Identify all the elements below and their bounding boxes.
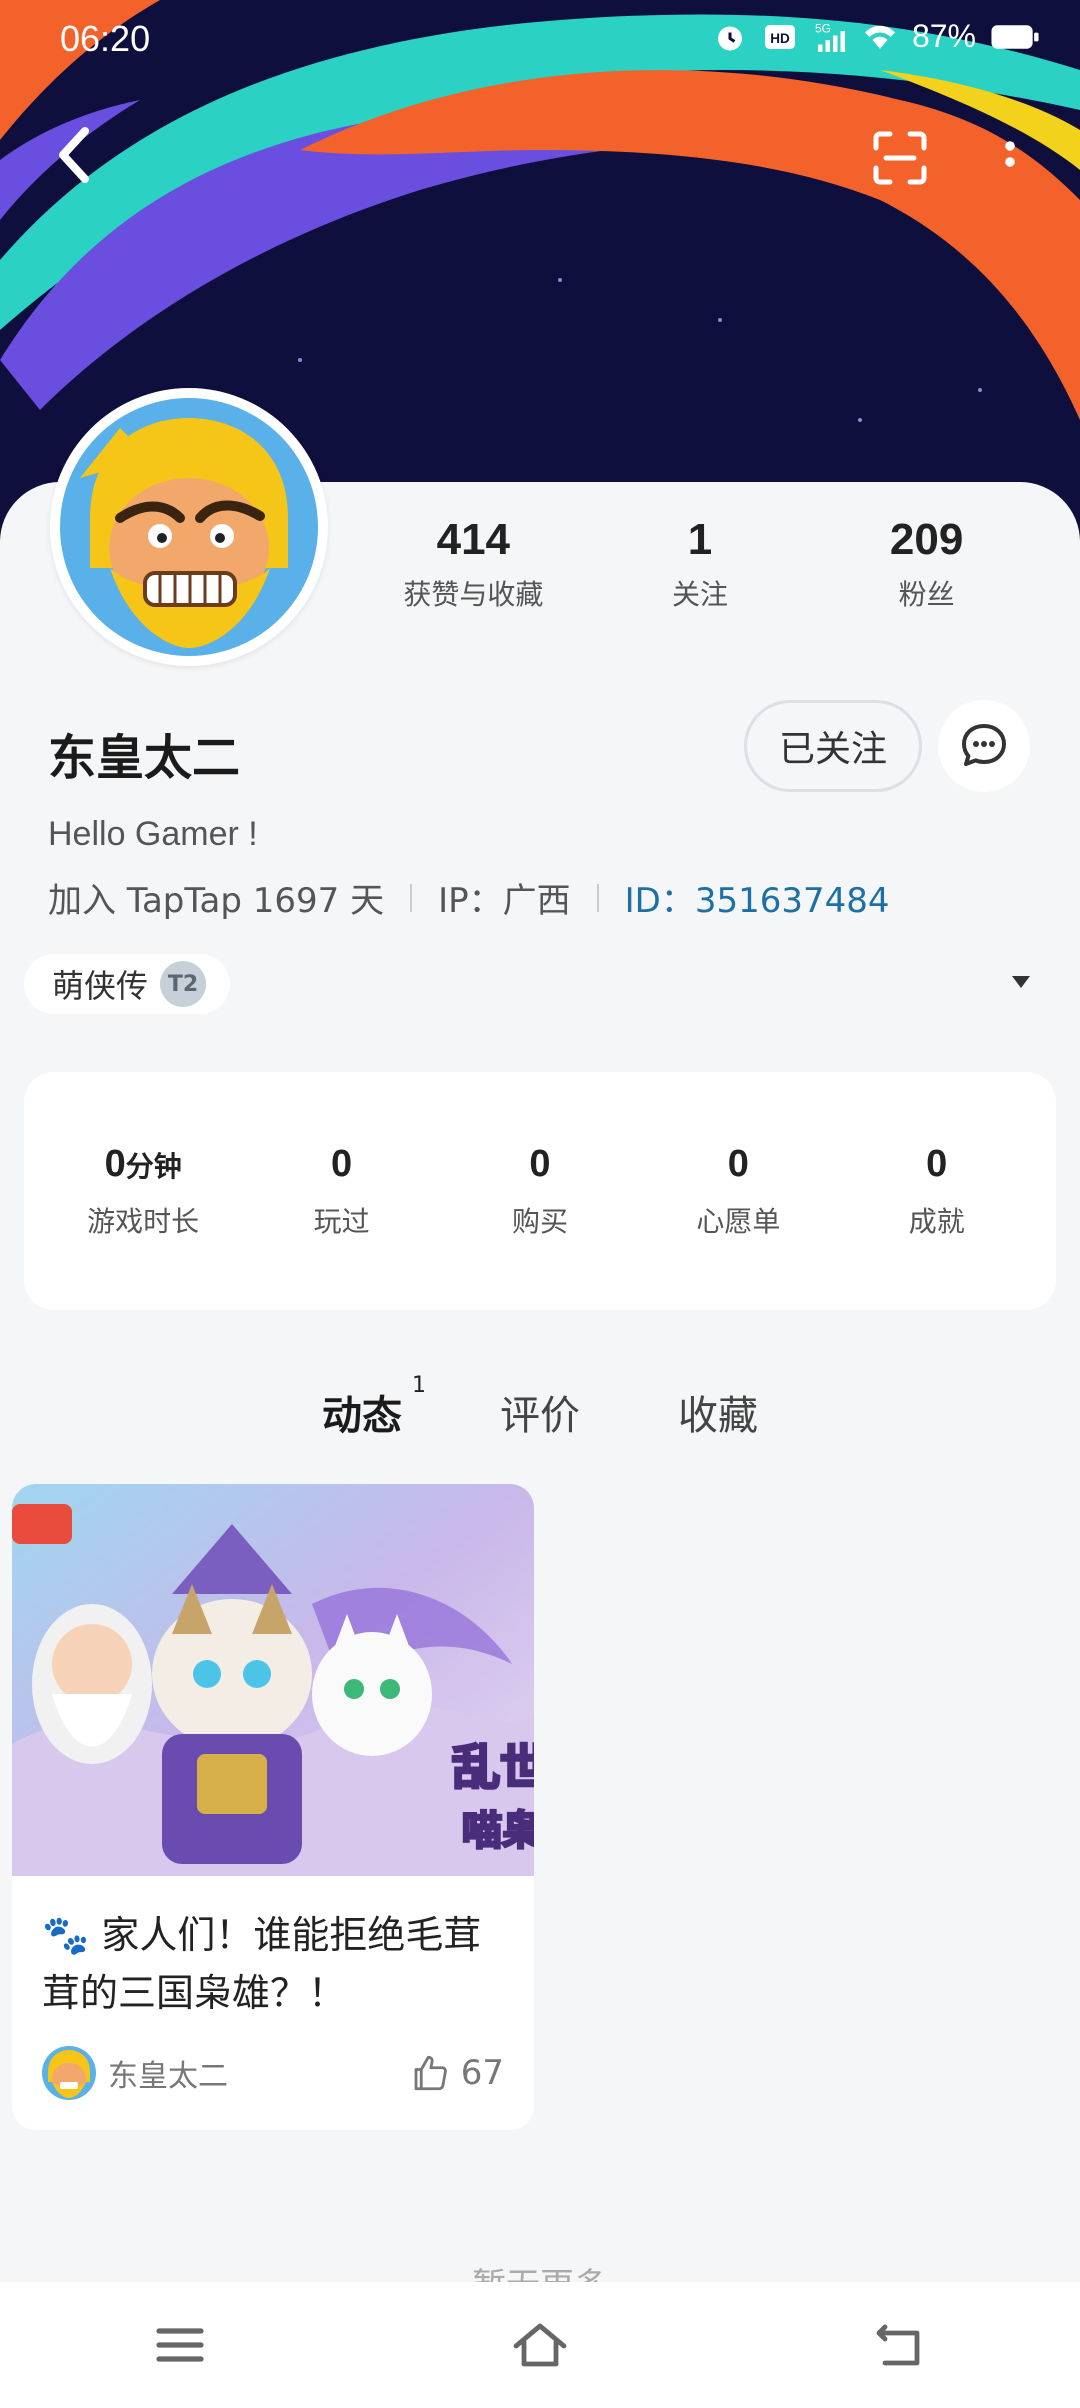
user-id-value: 351637484: [694, 881, 890, 921]
more-vertical-icon: [1005, 141, 1015, 167]
back-button[interactable]: [40, 120, 110, 190]
post-like-button[interactable]: 67: [409, 2052, 504, 2094]
thumbs-up-icon: [414, 2055, 447, 2091]
nav-home-button[interactable]: [500, 2305, 580, 2385]
game-chip-name: 萌侠传: [52, 967, 149, 1005]
game-stats-card: 0分钟 游戏时长 0 玩过 0 购买 0 心愿单 0 成就: [24, 1072, 1056, 1310]
scan-icon: [873, 131, 927, 185]
message-button[interactable]: [938, 700, 1030, 792]
gstat-wishlist-label: 心愿单: [696, 1204, 781, 1238]
system-nav-bar: [0, 2282, 1080, 2408]
profile-avatar[interactable]: [50, 388, 328, 666]
game-chip[interactable]: 萌侠传 T2: [24, 954, 231, 1014]
post-author-avatar[interactable]: [42, 2046, 96, 2100]
avatar-image: [60, 398, 318, 656]
stat-followers-label: 粉丝: [898, 578, 955, 611]
divider: [410, 883, 413, 912]
scan-button[interactable]: [862, 120, 938, 196]
more-options-button[interactable]: [980, 120, 1040, 196]
post-title: 🐾 家人们！谁能拒绝毛茸茸的三国枭雄？！: [42, 1913, 482, 2015]
tab-posts-label: 动态: [322, 1393, 402, 1439]
tab-reviews[interactable]: 评价: [494, 1383, 586, 1441]
user-id[interactable]: ID：351637484: [625, 873, 890, 922]
svg-text:HD: HD: [770, 31, 790, 46]
stat-following-label: 关注: [671, 578, 728, 611]
stat-likes-value: 414: [436, 515, 511, 564]
game-badge-icon: T2: [160, 961, 207, 1007]
post-image: 乱世 喵枭: [12, 1484, 534, 1876]
svg-text:5G: 5G: [815, 21, 831, 35]
gstat-achievement[interactable]: 0 成就: [842, 1143, 1032, 1240]
stat-following-value: 1: [687, 515, 713, 564]
menu-icon: [156, 2328, 204, 2362]
svg-text:乱世: 乱世: [452, 1740, 534, 1796]
nav-back-button[interactable]: [860, 2305, 940, 2385]
ip-location: IP：广西: [438, 881, 571, 921]
nav-menu-button[interactable]: [140, 2305, 220, 2385]
battery-percent: 87%: [911, 18, 976, 54]
divider: [596, 883, 599, 912]
chat-bubble-icon: [962, 724, 1006, 766]
following-button[interactable]: 已关注: [744, 700, 922, 792]
gstat-playtime-label: 游戏时长: [87, 1204, 200, 1238]
gstat-played[interactable]: 0 玩过: [247, 1143, 437, 1240]
status-bar: 06:20 HD 5G 87%: [0, 0, 1080, 84]
gstat-bought[interactable]: 0 购买: [445, 1143, 635, 1240]
profile-name: 东皇太二: [48, 730, 241, 786]
profile-stats: 414 获赞与收藏 1 关注 209 粉丝: [360, 515, 1040, 613]
stat-likes[interactable]: 414 获赞与收藏: [373, 515, 573, 613]
status-icons: HD 5G 87%: [712, 18, 1040, 55]
stat-following[interactable]: 1 关注: [600, 515, 800, 613]
gstat-playtime-number: 0: [104, 1142, 126, 1185]
gstat-bought-label: 购买: [511, 1204, 568, 1238]
tab-posts[interactable]: 动态 1: [316, 1373, 426, 1441]
hd-icon: HD: [764, 24, 795, 49]
back-arrow-icon: [59, 127, 89, 183]
stat-likes-label: 获赞与收藏: [403, 578, 544, 611]
gstat-playtime-value: 0分钟: [48, 1143, 238, 1186]
post-author-name[interactable]: 东皇太二: [108, 2051, 409, 2095]
tab-favorites[interactable]: 收藏: [672, 1383, 764, 1441]
user-id-label: ID：: [624, 881, 695, 921]
gstat-bought-value: 0: [529, 1142, 551, 1185]
battery-icon: [991, 24, 1039, 49]
gstat-achievement-value: 0: [926, 1142, 948, 1185]
alarm-icon: [717, 26, 742, 50]
gstat-wishlist[interactable]: 0 心愿单: [643, 1143, 833, 1240]
gstat-playtime[interactable]: 0分钟 游戏时长: [48, 1143, 238, 1240]
stat-followers-value: 209: [889, 515, 964, 564]
post-likes-count: 67: [460, 2053, 504, 2093]
svg-text:喵枭: 喵枭: [462, 1808, 534, 1854]
cellular-signal-icon: 5G: [815, 21, 845, 52]
wifi-icon: [864, 25, 895, 49]
gstat-achievement-label: 成就: [908, 1204, 965, 1238]
gstat-played-label: 玩过: [313, 1204, 370, 1238]
chevron-down-icon[interactable]: [1012, 976, 1030, 988]
return-icon: [876, 2324, 920, 2366]
tab-posts-count: 1: [412, 1373, 426, 1398]
content-tabs: 动态 1 评价 收藏: [0, 1373, 1080, 1441]
post-footer: 东皇太二 67: [42, 2046, 504, 2100]
profile-bio: Hello Gamer !: [48, 815, 258, 853]
home-icon: [513, 2323, 567, 2367]
gstat-wishlist-value: 0: [727, 1142, 749, 1185]
status-time: 06:20: [60, 18, 151, 59]
join-days: 加入 TapTap 1697 天: [48, 881, 385, 921]
gstat-played-value: 0: [331, 1142, 353, 1185]
profile-info-line: 加入 TapTap 1697 天 IP：广西 ID：351637484: [48, 873, 890, 922]
stat-followers[interactable]: 209 粉丝: [827, 515, 1027, 613]
post-card[interactable]: 乱世 喵枭 🐾 家人们！谁能拒绝毛茸茸的三国枭雄？！ 东皇太二 67: [12, 1484, 534, 2130]
gstat-playtime-unit: 分钟: [125, 1150, 182, 1182]
